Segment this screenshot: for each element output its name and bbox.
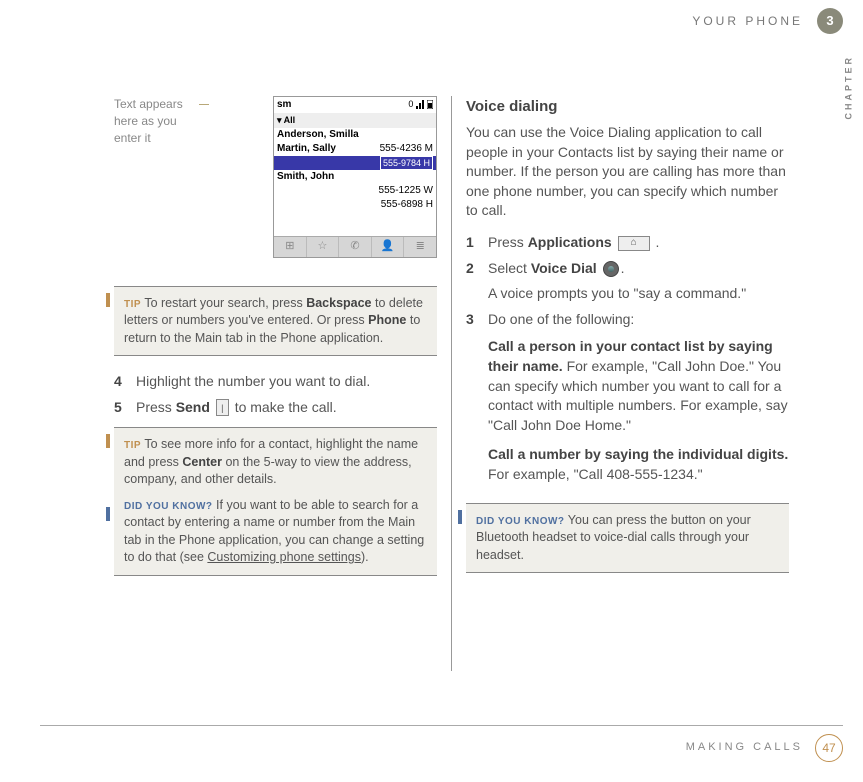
tip-label: TIP: [124, 299, 141, 310]
step-1: 1 Press Applications ⌂ .: [466, 233, 789, 253]
tip-box-2: TIP To see more info for a contact, high…: [114, 427, 437, 576]
step-4-text: Highlight the number you want to dial.: [136, 372, 437, 392]
footer-title: MAKING CALLS: [686, 740, 803, 755]
callout-leader-line: [199, 104, 209, 105]
callout-text: Text appears here as you enter it: [114, 96, 199, 146]
header-title: YOUR PHONE: [692, 13, 803, 30]
did-you-know-label: DID YOU KNOW?: [124, 501, 213, 512]
favorites-icon: ☆: [307, 237, 340, 256]
contacts-icon: 👤: [372, 237, 405, 256]
page-number: 47: [815, 734, 843, 762]
tip-tab-icon: [106, 293, 110, 307]
phone-search-text: sm: [277, 98, 291, 112]
home-key-icon: ⌂: [618, 236, 650, 251]
list-icon: ≣: [404, 237, 436, 256]
section-title: Voice dialing: [466, 96, 789, 117]
option-2-title: Call a number by saying the individual d…: [488, 446, 788, 462]
step-5: 5 Press Send | to make the call.: [114, 398, 437, 418]
phone-list-selected: 555-9784 H: [274, 156, 436, 171]
phone-screenshot: sm 0 ▾ All Anderson, Smilla Martin, Sall…: [273, 96, 437, 258]
tip-tab-icon: [106, 434, 110, 448]
chapter-side-label: CHAPTER: [843, 55, 856, 120]
chapter-badge: 3: [817, 8, 843, 34]
customizing-link[interactable]: Customizing phone settings: [207, 550, 361, 564]
page-header: YOUR PHONE 3: [692, 8, 843, 34]
phone-list: Anderson, Smilla Martin, Sally555-4236 M…: [274, 128, 436, 213]
step-2-sub: A voice prompts you to "say a command.": [488, 284, 789, 304]
step-2: 2 Select Voice Dial . A voice prompts yo…: [466, 259, 789, 304]
phone-status-icons: 0: [408, 98, 433, 112]
tip-box-1: TIP To restart your search, press Backsp…: [114, 286, 437, 357]
phone-tab: ▾ All: [274, 113, 436, 128]
send-key-icon: |: [216, 399, 229, 416]
call-icon: ✆: [339, 237, 372, 256]
dialpad-icon: ⊞: [274, 237, 307, 256]
step-3-lead: Do one of the following:: [488, 310, 789, 330]
intro-para: You can use the Voice Dialing applicatio…: [466, 123, 789, 221]
step-3: 3 Do one of the following: Call a person…: [466, 310, 789, 485]
did-you-know-box: DID YOU KNOW? You can press the button o…: [466, 503, 789, 574]
step-4: 4 Highlight the number you want to dial.: [114, 372, 437, 392]
page-footer: MAKING CALLS 47: [40, 725, 843, 762]
phone-toolbar: ⊞ ☆ ✆ 👤 ≣: [274, 236, 436, 256]
dyk-tab-icon: [458, 510, 462, 524]
voice-dial-icon: [603, 261, 619, 277]
tip-label: TIP: [124, 440, 141, 451]
dyk-tab-icon: [106, 507, 110, 521]
did-you-know-label: DID YOU KNOW?: [476, 516, 565, 527]
